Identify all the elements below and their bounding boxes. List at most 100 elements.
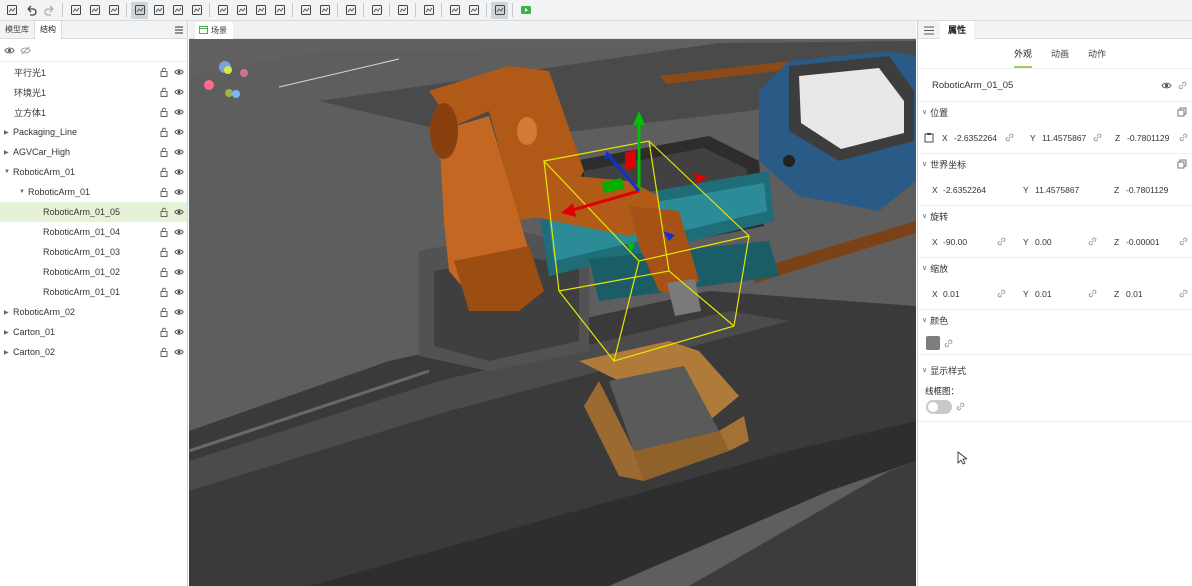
tree-item[interactable]: ▶ Carton_02 — [0, 342, 187, 362]
tree-item[interactable]: ▼ RoboticArm_01 — [0, 182, 187, 202]
caret-down-icon[interactable]: ▼ — [19, 189, 27, 195]
copy-icon[interactable] — [1177, 107, 1187, 117]
subtab-animation[interactable]: 动画 — [1051, 39, 1069, 68]
world-coordinate-y-value[interactable]: 11.4575867 — [1035, 174, 1079, 206]
position-z-value[interactable]: -0.7801129 — [1127, 122, 1169, 154]
cube-front-button[interactable] — [131, 1, 148, 19]
eye-icon[interactable] — [174, 227, 184, 237]
subtab-appearance[interactable]: 外观 — [1013, 39, 1032, 68]
link-icon[interactable] — [944, 339, 953, 348]
transform-button[interactable] — [105, 2, 122, 19]
lock-icon[interactable] — [159, 267, 169, 277]
link-icon[interactable] — [997, 237, 1006, 246]
tree-item[interactable]: RoboticArm_01_01 — [0, 282, 187, 302]
lock-icon[interactable] — [159, 67, 169, 77]
scene-viewport[interactable]: 场景 — [189, 21, 916, 586]
lock-icon[interactable] — [159, 327, 169, 337]
caret-right-icon[interactable]: ▶ — [4, 329, 12, 336]
save-button[interactable] — [3, 2, 20, 19]
copy-button[interactable] — [342, 2, 359, 19]
cube-back-button[interactable] — [150, 2, 167, 19]
color-swatch[interactable] — [926, 336, 940, 350]
link-button[interactable] — [491, 1, 508, 19]
eye-icon[interactable] — [174, 287, 184, 297]
eye-icon[interactable] — [174, 167, 184, 177]
position-x-value[interactable]: -2.6352264 — [954, 122, 997, 154]
eye-icon[interactable] — [174, 67, 184, 77]
cube-side-button[interactable] — [169, 2, 186, 19]
lock-icon[interactable] — [159, 147, 169, 157]
tree-item[interactable]: ▶ AGVCar_High — [0, 142, 187, 162]
link-icon[interactable] — [1178, 81, 1187, 90]
target-button[interactable] — [420, 2, 437, 19]
subtab-action[interactable]: 动作 — [1088, 39, 1106, 68]
caret-right-icon[interactable]: ▶ — [4, 349, 12, 356]
panel-menu-icon[interactable] — [174, 25, 184, 35]
lock-icon[interactable] — [159, 247, 169, 257]
eye-icon[interactable] — [174, 87, 184, 97]
tree-item[interactable]: RoboticArm_01_03 — [0, 242, 187, 262]
lock-icon[interactable] — [159, 227, 169, 237]
color-section-header[interactable]: ∨ 颜色 — [918, 310, 1192, 330]
caret-right-icon[interactable]: ▶ — [4, 149, 12, 156]
tree-item[interactable]: RoboticArm_01_02 — [0, 262, 187, 282]
position-section-header[interactable]: ∨ 位置 — [918, 102, 1192, 122]
link-icon[interactable] — [1179, 237, 1188, 246]
eye-icon[interactable] — [174, 107, 184, 117]
image-button[interactable] — [67, 2, 84, 19]
lock-icon[interactable] — [159, 87, 169, 97]
eye-icon[interactable] — [174, 207, 184, 217]
position-y-value[interactable]: 11.4575867 — [1042, 122, 1086, 154]
world-coordinate-z-value[interactable]: -0.7801129 — [1126, 174, 1168, 206]
delete-button[interactable] — [394, 2, 411, 19]
tab-properties[interactable]: 属性 — [940, 21, 975, 39]
eye-icon[interactable] — [174, 127, 184, 137]
tree-item[interactable]: 立方体1 — [0, 102, 187, 122]
lock-icon[interactable] — [159, 287, 169, 297]
lock-icon[interactable] — [159, 107, 169, 117]
eye-icon[interactable] — [174, 327, 184, 337]
display-style-section-header[interactable]: ∨ 显示样式 — [918, 360, 1192, 380]
scale-x-value[interactable]: 0.01 — [943, 278, 960, 310]
rotation-x-value[interactable]: -90.00 — [943, 226, 967, 258]
show-all-icon[interactable] — [4, 45, 15, 56]
link-icon[interactable] — [1179, 289, 1188, 298]
world-coordinate-x-value[interactable]: -2.6352264 — [943, 174, 986, 206]
cube-top-button[interactable] — [188, 2, 205, 19]
lock-icon[interactable] — [159, 167, 169, 177]
crop-button[interactable] — [446, 2, 463, 19]
scale-z-value[interactable]: 0.01 — [1126, 278, 1143, 310]
tree-item[interactable]: RoboticArm_01_05 — [0, 202, 187, 222]
eye-icon[interactable] — [174, 147, 184, 157]
lock-icon[interactable] — [159, 307, 169, 317]
link-icon[interactable] — [997, 289, 1006, 298]
eye-icon[interactable] — [174, 307, 184, 317]
paste-button[interactable] — [368, 2, 385, 19]
lock-icon[interactable] — [159, 127, 169, 137]
link-icon[interactable] — [956, 402, 965, 411]
tree-item[interactable]: 平行光1 — [0, 62, 187, 82]
tree-item[interactable]: 环境光1 — [0, 82, 187, 102]
edit-image-button[interactable] — [86, 2, 103, 19]
hide-all-icon[interactable] — [20, 45, 31, 56]
caret-right-icon[interactable]: ▶ — [4, 129, 12, 136]
rotation-y-value[interactable]: 0.00 — [1035, 226, 1052, 258]
eye-icon[interactable] — [174, 247, 184, 257]
visibility-eye-icon[interactable] — [1161, 81, 1172, 90]
lock-icon[interactable] — [159, 187, 169, 197]
point-light-button[interactable] — [252, 2, 269, 19]
focus-button[interactable] — [465, 2, 482, 19]
link-icon[interactable] — [1005, 133, 1014, 142]
tree-item[interactable]: ▼ RoboticArm_01 — [0, 162, 187, 182]
rotation-section-header[interactable]: ∨ 旋转 — [918, 206, 1192, 226]
eye-icon[interactable] — [174, 187, 184, 197]
redo-button[interactable] — [41, 2, 58, 19]
scene-render[interactable] — [189, 21, 916, 586]
play-button[interactable] — [517, 2, 534, 19]
light-button[interactable] — [214, 2, 231, 19]
undo-button[interactable] — [22, 2, 39, 19]
scale-y-value[interactable]: 0.01 — [1035, 278, 1052, 310]
grid-button[interactable] — [297, 2, 314, 19]
tree-item[interactable]: RoboticArm_01_04 — [0, 222, 187, 242]
tree-item[interactable]: ▶ RoboticArm_02 — [0, 302, 187, 322]
